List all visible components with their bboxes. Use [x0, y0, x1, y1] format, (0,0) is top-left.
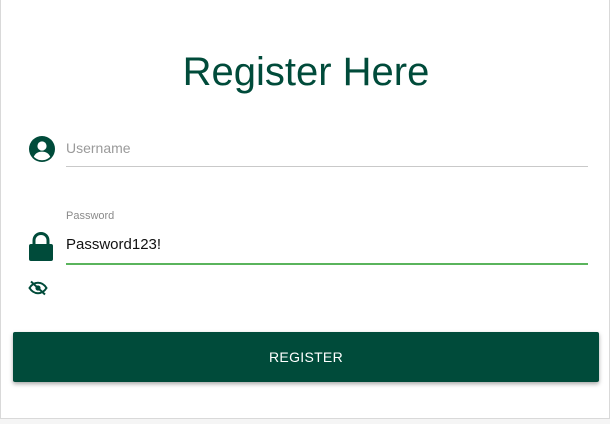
register-button[interactable]: REGISTER — [13, 332, 599, 382]
username-field[interactable] — [66, 132, 588, 167]
account-circle-icon — [29, 136, 55, 162]
page-title: Register Here — [182, 50, 430, 94]
password-label: Password — [66, 210, 115, 222]
register-card: Register Here Password REGISTER — [0, 0, 610, 419]
username-input[interactable] — [66, 134, 588, 162]
lock-icon — [29, 231, 53, 262]
eye-off-icon[interactable] — [28, 280, 48, 296]
password-field[interactable] — [66, 228, 588, 265]
password-input[interactable] — [66, 230, 588, 258]
